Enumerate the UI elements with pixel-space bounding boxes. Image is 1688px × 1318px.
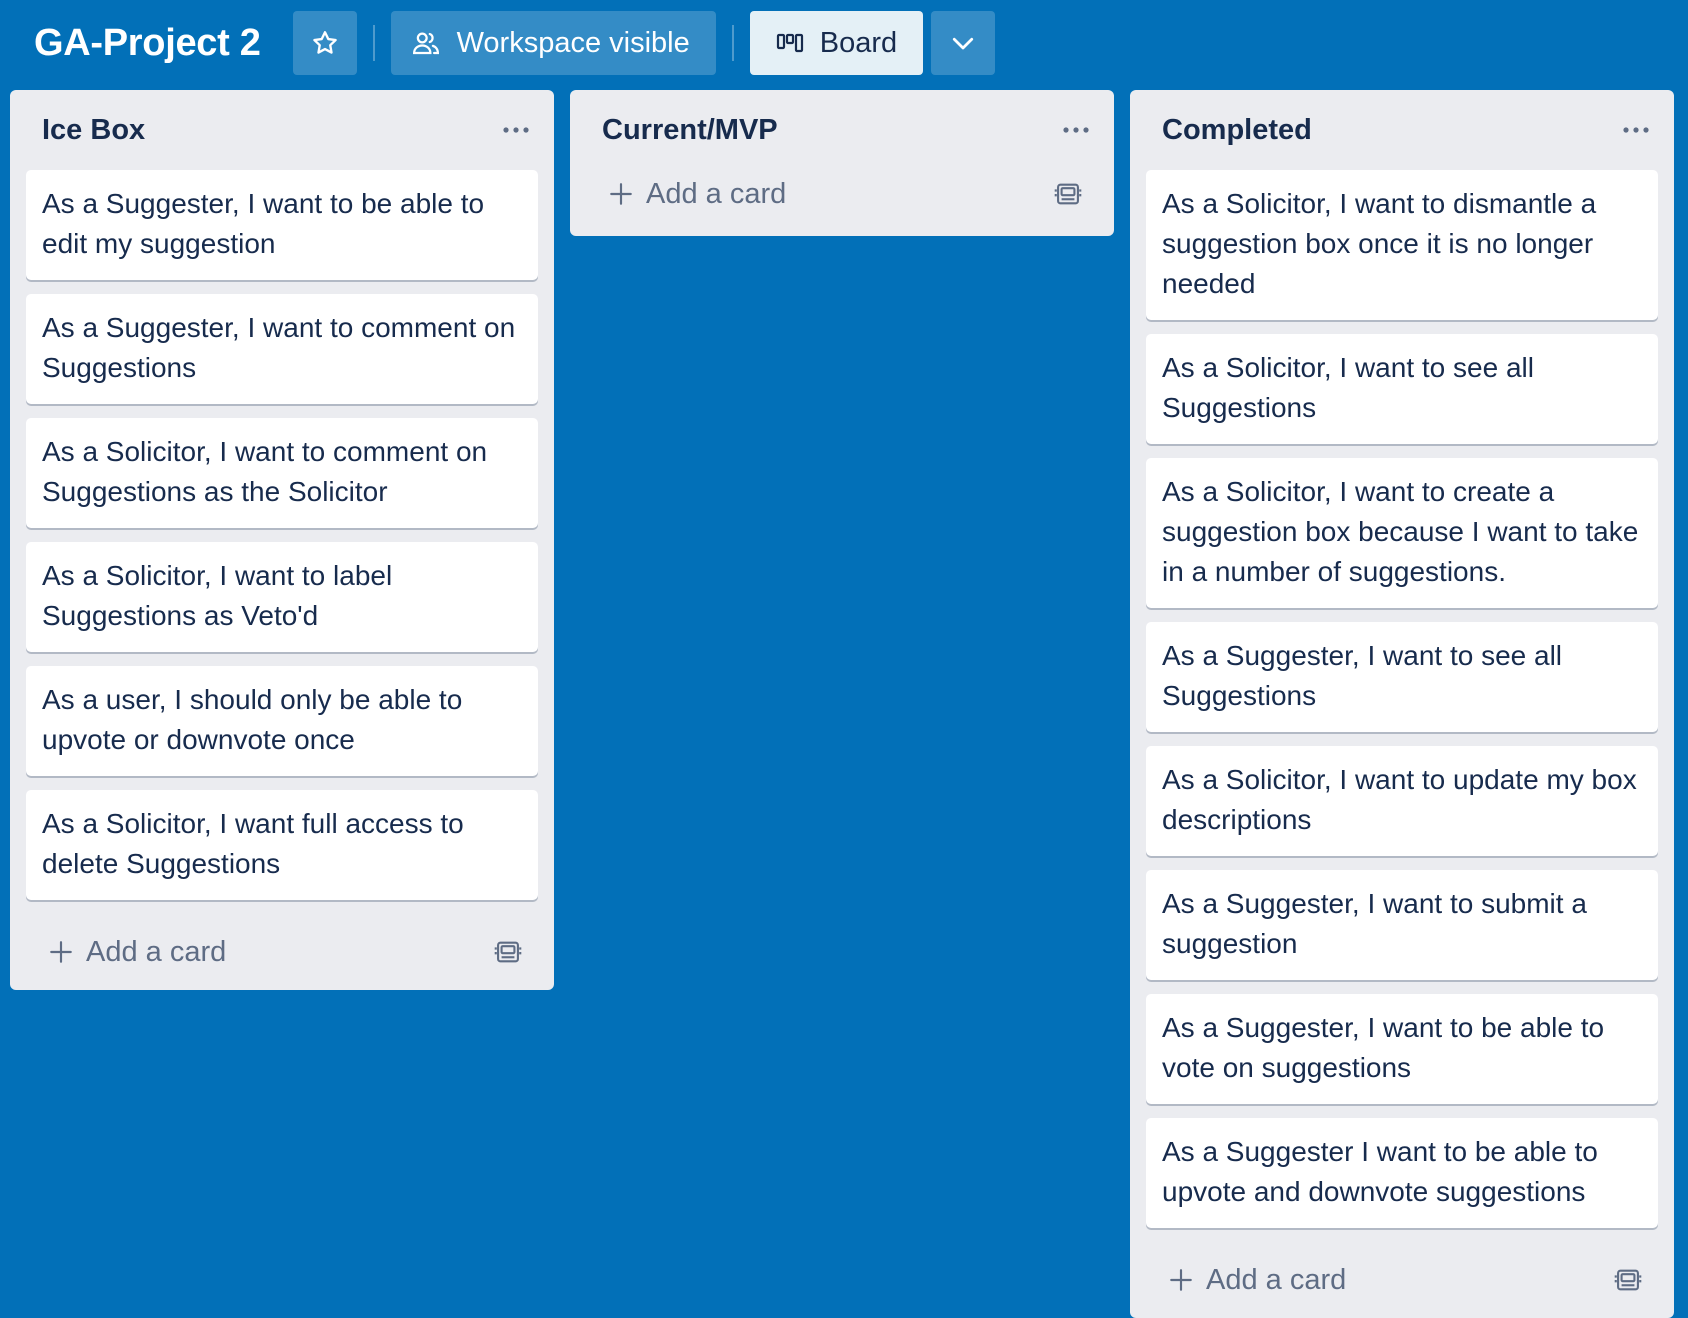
header-divider — [372, 25, 375, 61]
star-button[interactable] — [292, 11, 357, 75]
card-template-icon — [1614, 1269, 1642, 1291]
more-horizontal-icon — [1063, 127, 1089, 133]
card[interactable]: As a Solicitor, I want to dismantle a su… — [1146, 170, 1658, 320]
workspace-visible-label: Workspace visible — [456, 26, 690, 59]
card[interactable]: As a Solicitor, I want to create a sugge… — [1146, 458, 1658, 608]
card[interactable]: As a Suggester I want to be able to upvo… — [1146, 1118, 1658, 1228]
create-from-template-button[interactable] — [1614, 1266, 1642, 1294]
list-menu-button[interactable] — [1054, 108, 1098, 152]
add-card-label: Add a card — [646, 177, 787, 210]
card[interactable]: As a Solicitor, I want full access to de… — [26, 790, 538, 900]
header-divider — [731, 25, 734, 61]
board-header: GA-Project 2 Workspace visible Board — [0, 0, 1688, 86]
card[interactable]: As a user, I should only be able to upvo… — [26, 666, 538, 776]
list-title[interactable]: Completed — [1162, 114, 1312, 147]
list-completed: Completed As a Solicitor, I want to dism… — [1130, 90, 1674, 1318]
list-footer: Add a card — [1146, 1242, 1658, 1318]
chevron-down-icon — [953, 37, 974, 50]
list-title[interactable]: Current/MVP — [602, 114, 778, 147]
card[interactable]: As a Suggester, I want to submit a sugge… — [1146, 870, 1658, 980]
board-view-label: Board — [819, 26, 898, 59]
card[interactable]: As a Suggester, I want to see all Sugges… — [1146, 622, 1658, 732]
board-view-button[interactable]: Board — [749, 11, 924, 75]
plus-icon — [1170, 1269, 1192, 1291]
list-ice-box: Ice Box As a Suggester, I want to be abl… — [10, 90, 554, 990]
card-template-icon — [494, 941, 522, 963]
add-card-button[interactable]: Add a card — [1168, 1264, 1346, 1297]
view-switcher-dropdown[interactable] — [931, 11, 996, 75]
plus-icon — [610, 183, 632, 205]
add-card-button[interactable]: Add a card — [608, 178, 786, 211]
card[interactable]: As a Solicitor, I want to update my box … — [1146, 746, 1658, 856]
list-footer: Add a card — [26, 914, 538, 990]
card-template-icon — [1054, 183, 1082, 205]
create-from-template-button[interactable] — [494, 938, 522, 966]
people-icon — [412, 32, 439, 55]
list-header: Ice Box — [26, 90, 538, 170]
card[interactable]: As a Solicitor, I want to label Suggesti… — [26, 542, 538, 652]
plus-icon — [50, 941, 72, 963]
card[interactable]: As a Suggester, I want to be able to edi… — [26, 170, 538, 280]
list-menu-button[interactable] — [1614, 108, 1658, 152]
add-card-label: Add a card — [86, 935, 227, 968]
card[interactable]: As a Solicitor, I want to see all Sugges… — [1146, 334, 1658, 444]
more-horizontal-icon — [1623, 127, 1649, 133]
card[interactable]: As a Solicitor, I want to comment on Sug… — [26, 418, 538, 528]
list-title[interactable]: Ice Box — [42, 114, 145, 147]
list-header: Current/MVP — [586, 90, 1098, 170]
list-header: Completed — [1146, 90, 1658, 170]
card[interactable]: As a Suggester, I want to comment on Sug… — [26, 294, 538, 404]
card[interactable]: As a Suggester, I want to be able to vot… — [1146, 994, 1658, 1104]
add-card-label: Add a card — [1206, 1263, 1347, 1296]
star-icon — [312, 31, 337, 54]
list-menu-button[interactable] — [494, 108, 538, 152]
board-title[interactable]: GA-Project 2 — [34, 22, 261, 65]
board-icon — [776, 33, 803, 53]
list-current-mvp: Current/MVP Add a card — [570, 90, 1114, 236]
create-from-template-button[interactable] — [1054, 180, 1082, 208]
more-horizontal-icon — [503, 127, 529, 133]
list-footer: Add a card — [586, 160, 1098, 236]
workspace-visible-button[interactable]: Workspace visible — [390, 11, 716, 75]
add-card-button[interactable]: Add a card — [48, 936, 226, 969]
